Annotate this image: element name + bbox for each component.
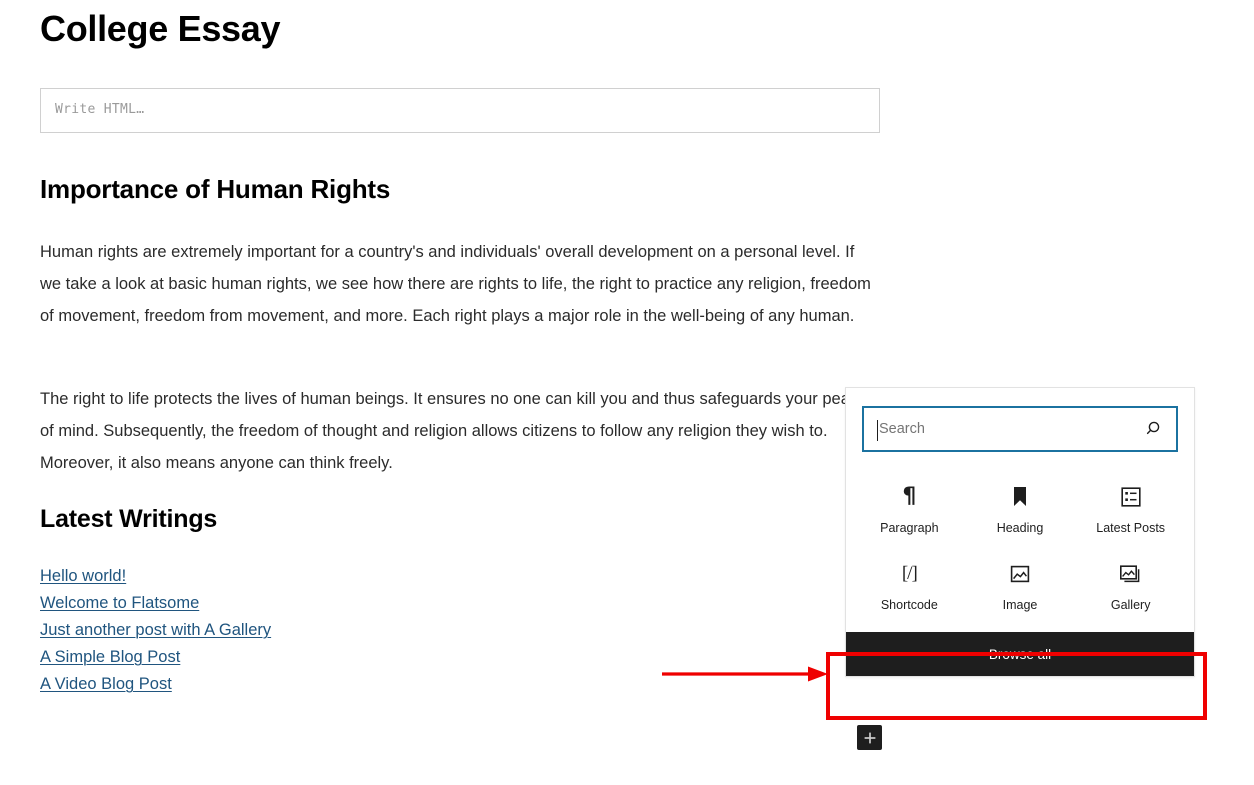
- paragraph-block-2[interactable]: The right to life protects the lives of …: [40, 383, 876, 479]
- list-item[interactable]: Just another post with A Gallery: [40, 617, 271, 644]
- html-block-placeholder: Write HTML…: [55, 102, 145, 117]
- list-item[interactable]: A Video Blog Post: [40, 671, 172, 698]
- gallery-icon: [1119, 561, 1142, 587]
- editor-canvas: College Essay Write HTML… Importance of …: [0, 0, 1254, 785]
- list-item[interactable]: Hello world!: [40, 563, 126, 590]
- inserter-block-gallery[interactable]: Gallery: [1075, 551, 1186, 618]
- inserter-block-grid: ¶ Paragraph Heading Latest Posts [/] Sho…: [846, 462, 1194, 632]
- latest-posts-icon: [1120, 484, 1142, 510]
- inserter-block-paragraph[interactable]: ¶ Paragraph: [854, 474, 965, 541]
- add-block-button[interactable]: [857, 725, 882, 750]
- inserter-block-label: Paragraph: [880, 521, 939, 535]
- annotation-arrow-icon: [662, 666, 828, 682]
- inserter-block-shortcode[interactable]: [/] Shortcode: [854, 551, 965, 618]
- shortcode-icon: [/]: [901, 563, 918, 584]
- search-input[interactable]: Search: [862, 406, 1178, 452]
- latest-writings-list: Hello world! Welcome to Flatsome Just an…: [40, 563, 271, 698]
- list-item[interactable]: Welcome to Flatsome: [40, 590, 199, 617]
- inserter-block-label: Image: [1002, 598, 1038, 612]
- paragraph-icon: ¶: [902, 484, 917, 509]
- page-title: College Essay: [40, 8, 281, 49]
- search-placeholder: Search: [879, 421, 925, 437]
- browse-all-button[interactable]: Browse all: [846, 632, 1194, 676]
- inserter-search-area: Search: [846, 388, 1194, 462]
- text-caret: [877, 420, 878, 441]
- heading-latest-writings: Latest Writings: [40, 505, 218, 533]
- list-item[interactable]: A Simple Blog Post: [40, 644, 180, 671]
- image-icon: [1009, 561, 1031, 587]
- block-inserter-popover: Search ¶ Paragraph Heading Latest Posts …: [845, 387, 1195, 677]
- html-block-editor[interactable]: Write HTML…: [40, 88, 880, 133]
- inserter-block-label: Heading: [996, 521, 1044, 535]
- inserter-block-label: Latest Posts: [1096, 521, 1166, 535]
- search-icon: [1146, 421, 1160, 435]
- paragraph-block-1[interactable]: Human rights are extremely important for…: [40, 236, 876, 332]
- inserter-block-latest-posts[interactable]: Latest Posts: [1075, 474, 1186, 541]
- inserter-block-heading[interactable]: Heading: [965, 474, 1076, 541]
- inserter-block-image[interactable]: Image: [965, 551, 1076, 618]
- heading-icon: [1011, 484, 1029, 510]
- heading-importance-of-human-rights: Importance of Human Rights: [40, 174, 391, 204]
- plus-icon: [864, 732, 875, 743]
- inserter-block-label: Gallery: [1110, 598, 1151, 612]
- inserter-block-label: Shortcode: [880, 598, 938, 612]
